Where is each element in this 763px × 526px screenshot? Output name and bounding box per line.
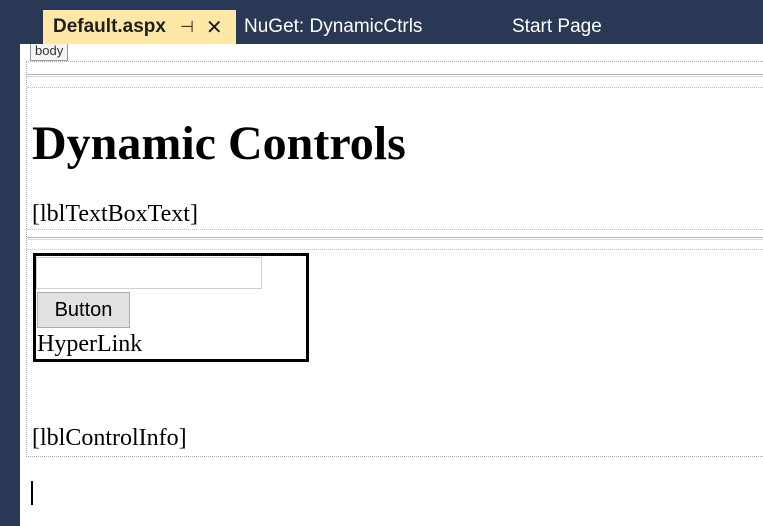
button-control[interactable]: Button <box>37 292 130 328</box>
page-heading: Dynamic Controls <box>32 117 406 170</box>
divider-dotted <box>27 87 763 88</box>
divider-dotted <box>27 249 763 250</box>
tab-default-aspx[interactable]: Default.aspx ⊣ ✕ <box>43 10 236 44</box>
pin-icon[interactable]: ⊣ <box>180 17 194 37</box>
tab-start-page-label: Start Page <box>512 16 602 37</box>
tab-start-page[interactable]: Start Page <box>512 10 602 44</box>
close-icon[interactable]: ✕ <box>206 15 223 40</box>
divider-dotted <box>27 229 763 230</box>
horizontal-rule-top <box>27 74 763 77</box>
body-tag[interactable]: body <box>30 44 69 61</box>
tab-default-aspx-label: Default.aspx <box>53 16 166 37</box>
design-surface[interactable]: body Dynamic Controls [lblTextBoxText] B… <box>20 44 763 526</box>
textbox-input[interactable] <box>36 257 262 289</box>
tab-nuget[interactable]: NuGet: DynamicCtrls <box>244 10 422 44</box>
lbl-control-info[interactable]: [lblControlInfo] <box>32 424 187 452</box>
dynamic-controls-panel[interactable]: Button HyperLink <box>33 253 309 362</box>
lbl-textbox-text[interactable]: [lblTextBoxText] <box>32 200 198 228</box>
horizontal-rule-middle <box>27 237 763 240</box>
left-edge <box>0 44 20 526</box>
text-caret <box>31 481 33 505</box>
document-tab-strip: Default.aspx ⊣ ✕ NuGet: DynamicCtrls Sta… <box>0 0 763 44</box>
hyperlink-control[interactable]: HyperLink <box>37 330 142 358</box>
tab-nuget-label: NuGet: DynamicCtrls <box>244 16 423 37</box>
